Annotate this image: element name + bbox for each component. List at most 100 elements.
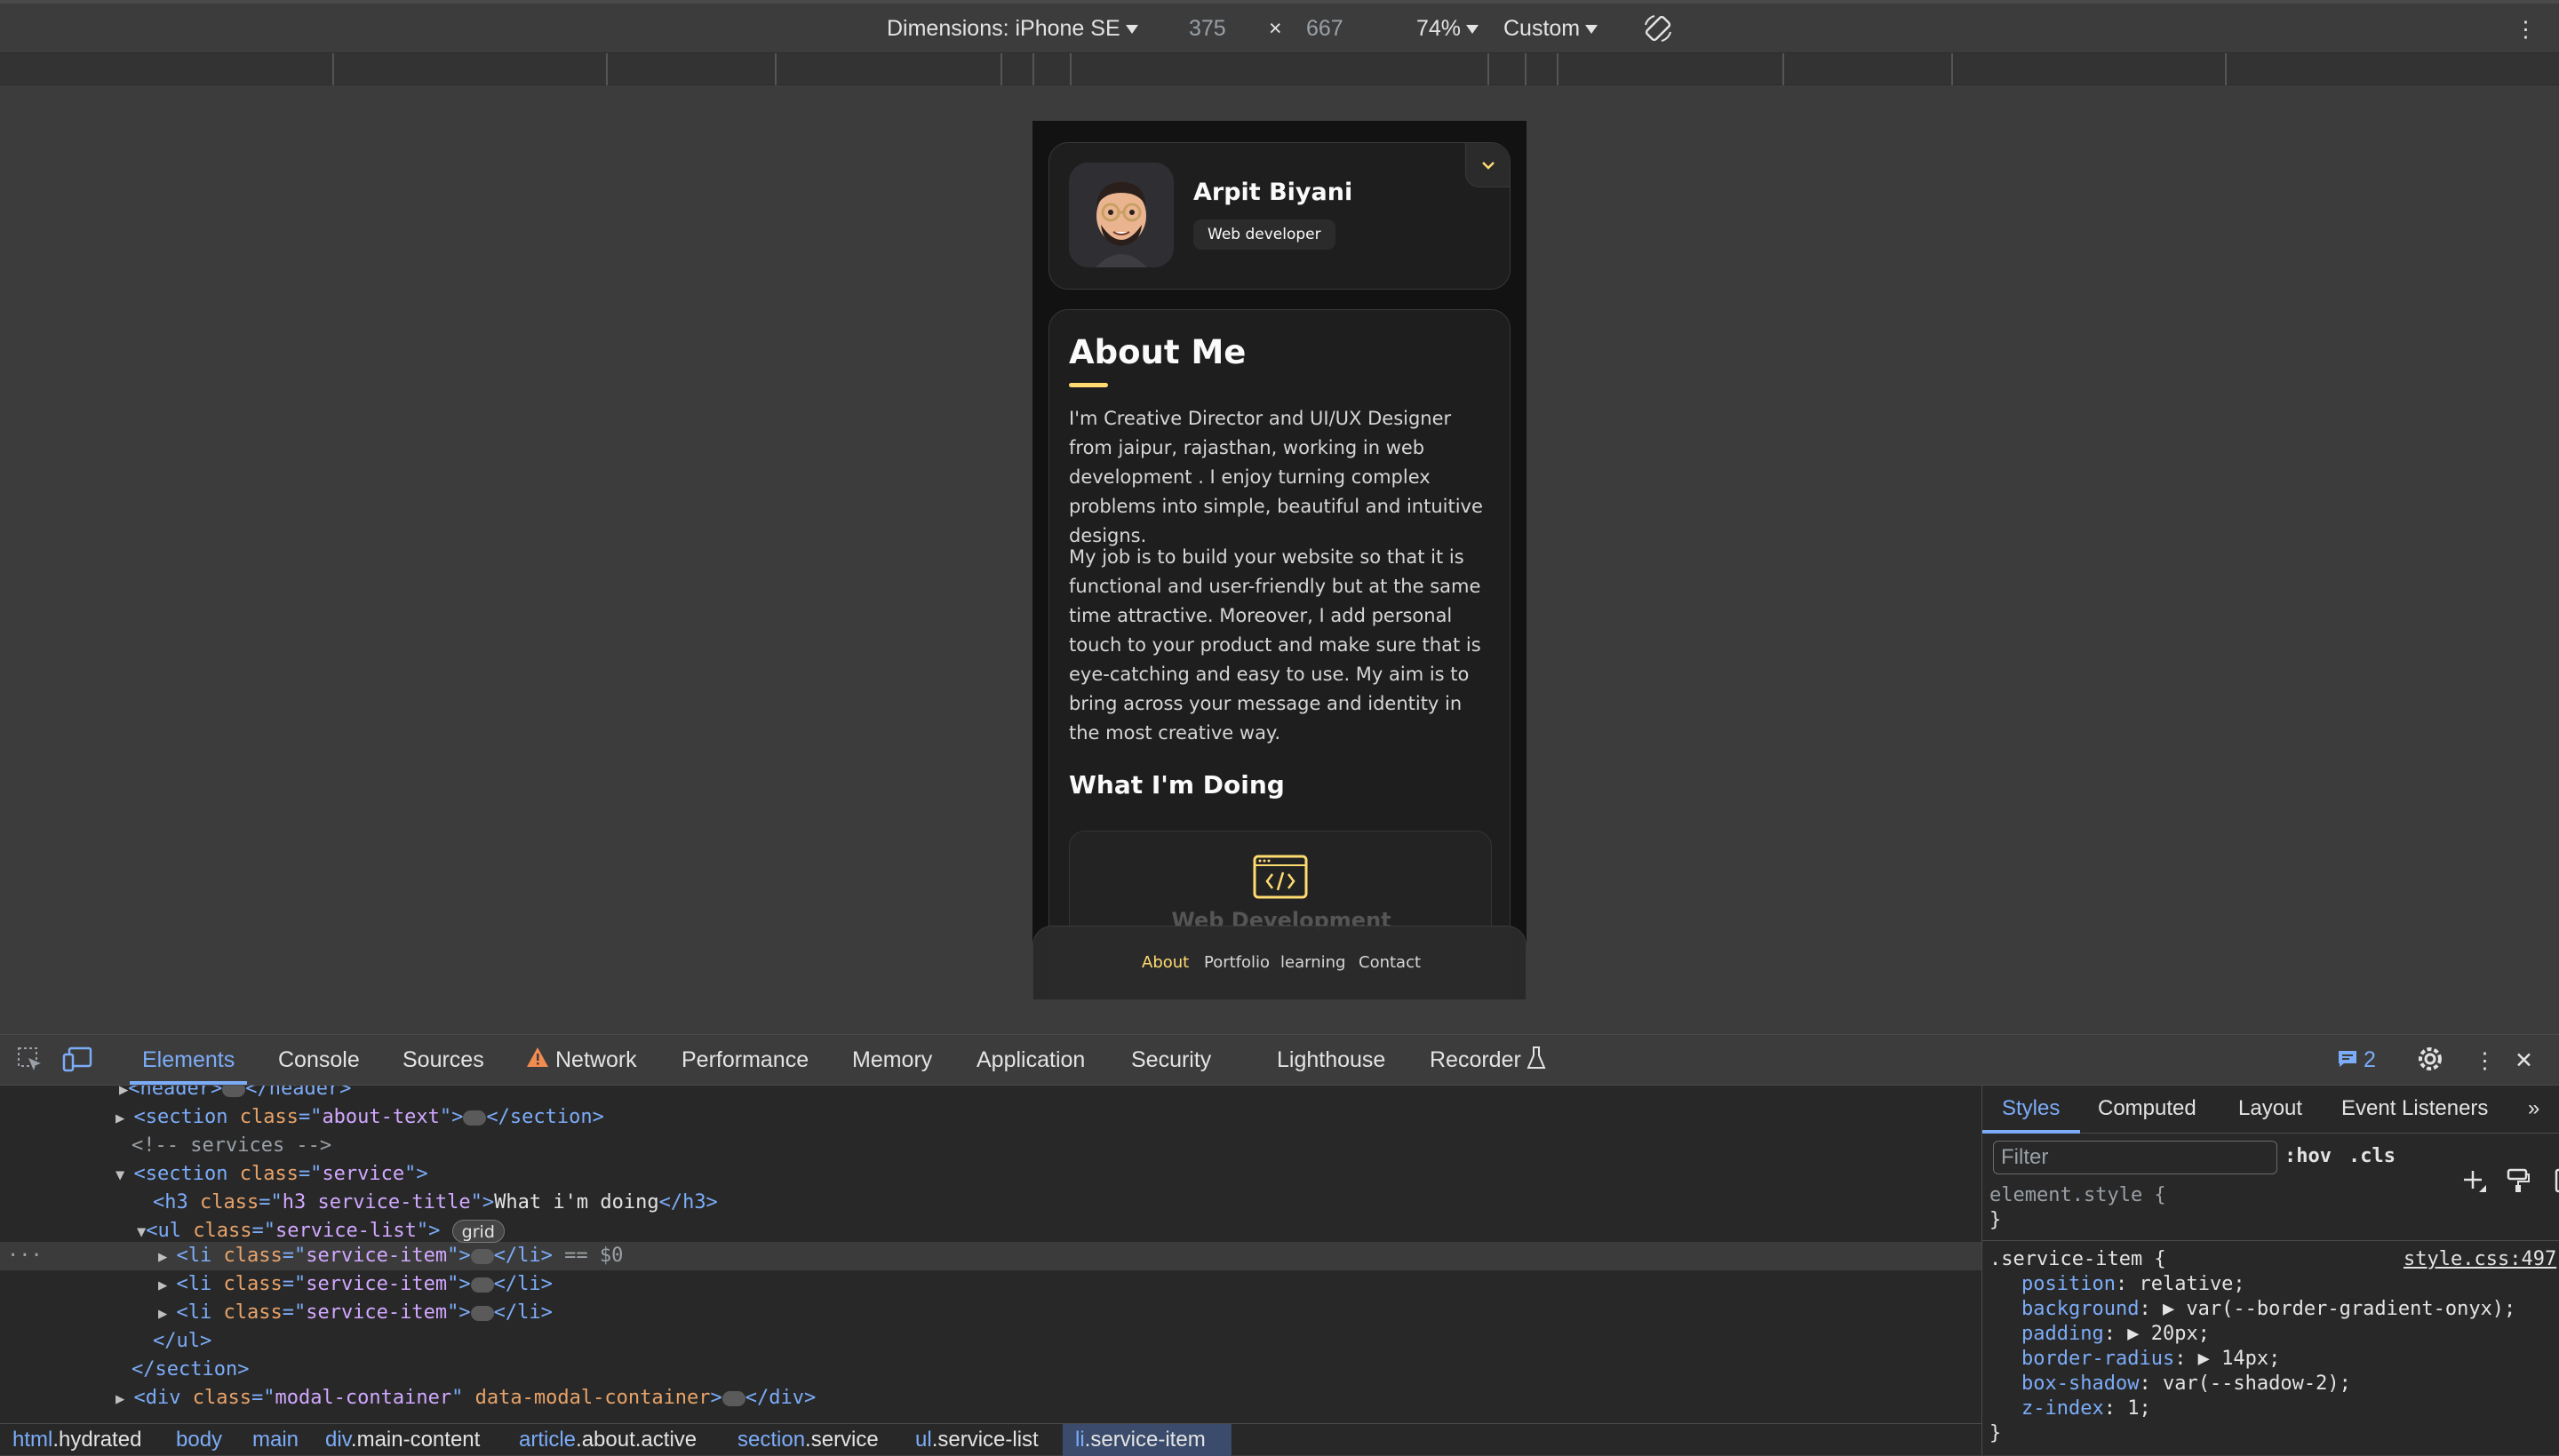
viewport-width-input[interactable]: 375 <box>1189 16 1226 42</box>
styles-tabbar: Styles Computed Layout Event Listeners » <box>1982 1086 2559 1134</box>
tab-event-listeners[interactable]: Event Listeners <box>2341 1096 2488 1121</box>
tab-elements[interactable]: Elements <box>142 1047 235 1073</box>
dom-node-modal-container[interactable]: ▶ <div class="modal-container" data-moda… <box>116 1384 816 1412</box>
rotate-icon[interactable] <box>1642 12 1674 51</box>
active-tab-indicator <box>130 1081 247 1085</box>
tab-console[interactable]: Console <box>278 1047 360 1073</box>
flask-icon <box>1527 1046 1546 1077</box>
tab-network[interactable]: Network <box>555 1047 637 1073</box>
issues-count[interactable]: 2 <box>2364 1047 2376 1073</box>
css-declaration[interactable]: z-index: 1; <box>2021 1396 2151 1421</box>
close-brace: } <box>1989 1209 2002 1231</box>
dom-node-ul-close[interactable]: </ul> <box>153 1327 211 1356</box>
chevron-down-icon <box>1482 162 1495 170</box>
tab-application[interactable]: Application <box>977 1047 1085 1073</box>
about-paragraph: My job is to build your website so that … <box>1069 546 1481 744</box>
dom-comment[interactable]: <!-- services --> <box>132 1132 331 1160</box>
avatar <box>1069 163 1174 267</box>
styles-filter-input[interactable] <box>1993 1141 2277 1174</box>
dom-node-li[interactable]: ▶ <li class="service-item"> </li> <box>158 1299 553 1327</box>
issues-icon[interactable] <box>2337 1049 2358 1075</box>
tab-sources[interactable]: Sources <box>403 1047 484 1073</box>
breadcrumb: html.hydrated body main div.main-content… <box>0 1423 1981 1456</box>
inspect-element-icon[interactable] <box>16 1046 44 1080</box>
warning-icon <box>526 1046 549 1075</box>
dom-node-h3[interactable]: <h3 class="h3 service-title">What i'm do… <box>153 1189 718 1217</box>
viewport-height-input[interactable]: 667 <box>1306 16 1343 42</box>
caret-down-icon <box>1125 25 1138 35</box>
zoom-label: 74% <box>1416 16 1462 41</box>
code-window-icon <box>1253 855 1308 903</box>
tab-performance[interactable]: Performance <box>682 1047 809 1073</box>
element-style-selector[interactable]: element.style { <box>1989 1183 2166 1208</box>
times-icon: × <box>1269 16 1282 41</box>
dom-node-header[interactable]: ▶<header> </header> <box>119 1086 351 1103</box>
tab-styles[interactable]: Styles <box>2002 1096 2060 1121</box>
title-underline <box>1069 383 1108 387</box>
device-dimensions-dropdown[interactable]: Dimensions: iPhone SE <box>887 16 1138 42</box>
chevron-double-right-icon[interactable]: » <box>2528 1096 2539 1121</box>
tab-memory[interactable]: Memory <box>852 1047 932 1073</box>
breadcrumb-item[interactable]: html.hydrated <box>12 1428 141 1452</box>
toggle-sidebar-icon[interactable] <box>2507 1142 2559 1226</box>
navbar-link-portfolio[interactable]: Portfolio <box>1204 953 1270 972</box>
throttle-label: Custom <box>1503 16 1581 41</box>
tab-lighthouse[interactable]: Lighthouse <box>1277 1047 1385 1073</box>
tab-computed[interactable]: Computed <box>2098 1096 2196 1121</box>
navbar-link-about[interactable]: About <box>1142 953 1189 972</box>
css-declaration[interactable]: background: ▶ var(--border-gradient-onyx… <box>2021 1297 2515 1322</box>
dom-node-li[interactable]: ▶ <li class="service-item"> </li> <box>158 1270 553 1299</box>
breadcrumb-item[interactable]: article.about.active <box>519 1428 697 1452</box>
tab-recorder[interactable]: Recorder <box>1430 1047 1521 1073</box>
tab-security[interactable]: Security <box>1131 1047 1211 1073</box>
close-brace: } <box>1989 1422 2002 1444</box>
more-options-icon[interactable]: ⋮ <box>2474 1047 2496 1074</box>
tab-layout[interactable]: Layout <box>2238 1096 2302 1121</box>
navbar-link-contact[interactable]: Contact <box>1359 953 1421 972</box>
styles-sidebar: Styles Computed Layout Event Listeners »… <box>1981 1086 2559 1455</box>
breadcrumb-item[interactable]: body <box>176 1428 222 1452</box>
about-title: About Me <box>1069 333 1247 371</box>
hover-state-toggle[interactable]: :hov <box>2284 1144 2332 1169</box>
row-options-icon[interactable]: ··· <box>7 1242 43 1270</box>
css-declaration[interactable]: border-radius: ▶ 14px; <box>2021 1347 2280 1372</box>
breadcrumb-item[interactable]: div.main-content <box>325 1428 480 1452</box>
profile-name: Arpit Biyani <box>1193 179 1353 206</box>
divider <box>1982 1240 2559 1241</box>
device-toolbar: Dimensions: iPhone SE 375 × 667 74% Cust… <box>0 0 2559 53</box>
dom-node-section-about[interactable]: ▶ <section class="about-text"> </section> <box>116 1103 604 1132</box>
css-declaration[interactable]: position: relative; <box>2021 1272 2245 1297</box>
close-icon[interactable]: ✕ <box>2515 1047 2533 1074</box>
profile-role-badge: Web developer <box>1193 219 1335 250</box>
breadcrumb-item-active[interactable]: li.service-item <box>1075 1428 1206 1452</box>
class-toggle[interactable]: .cls <box>2348 1144 2396 1169</box>
settings-gear-icon[interactable] <box>2415 1044 2445 1080</box>
service-title: What I'm Doing <box>1069 770 1285 800</box>
css-declaration[interactable]: padding: ▶ 20px; <box>2021 1322 2210 1347</box>
navbar: About Portfolio learning Contact <box>1032 926 1527 1000</box>
zoom-dropdown[interactable]: 74% <box>1416 16 1479 42</box>
rule-source-link[interactable]: style.css:497 <box>2404 1247 2556 1272</box>
profile-card: Arpit Biyani Web developer <box>1048 142 1511 290</box>
device-toggle-icon[interactable] <box>62 1046 92 1080</box>
throttle-dropdown[interactable]: Custom <box>1503 16 1598 42</box>
devtools-tabbar: Elements Console Sources Network Perform… <box>0 1034 2559 1086</box>
caret-down-icon <box>1466 25 1479 35</box>
device-viewport: Arpit Biyani Web developer About Me I'm … <box>1032 121 1527 1000</box>
media-query-ruler[interactable] <box>0 53 2559 85</box>
dom-node-section-service[interactable]: ▼ <section class="service"> <box>116 1160 428 1189</box>
breadcrumb-item[interactable]: section.service <box>737 1428 879 1452</box>
navbar-link-learning[interactable]: learning <box>1280 953 1345 972</box>
rule-selector[interactable]: .service-item { <box>1989 1247 2166 1272</box>
caret-down-icon <box>1585 25 1598 35</box>
active-tab-indicator <box>1982 1130 2080 1134</box>
breadcrumb-item[interactable]: main <box>252 1428 299 1452</box>
css-declaration[interactable]: box-shadow: var(--shadow-2); <box>2021 1372 2351 1396</box>
grid-badge[interactable]: grid <box>451 1220 505 1243</box>
dom-node-section-close[interactable]: </section> <box>132 1356 249 1384</box>
breadcrumb-item[interactable]: ul.service-list <box>915 1428 1039 1452</box>
show-contacts-button[interactable] <box>1465 143 1510 187</box>
dom-node-li-selected[interactable]: ▶ <li class="service-item"> </li> == $0 <box>158 1242 623 1270</box>
more-options-icon[interactable]: ⋮ <box>2515 16 2537 43</box>
device-dimensions-label: Dimensions: iPhone SE <box>887 16 1120 41</box>
